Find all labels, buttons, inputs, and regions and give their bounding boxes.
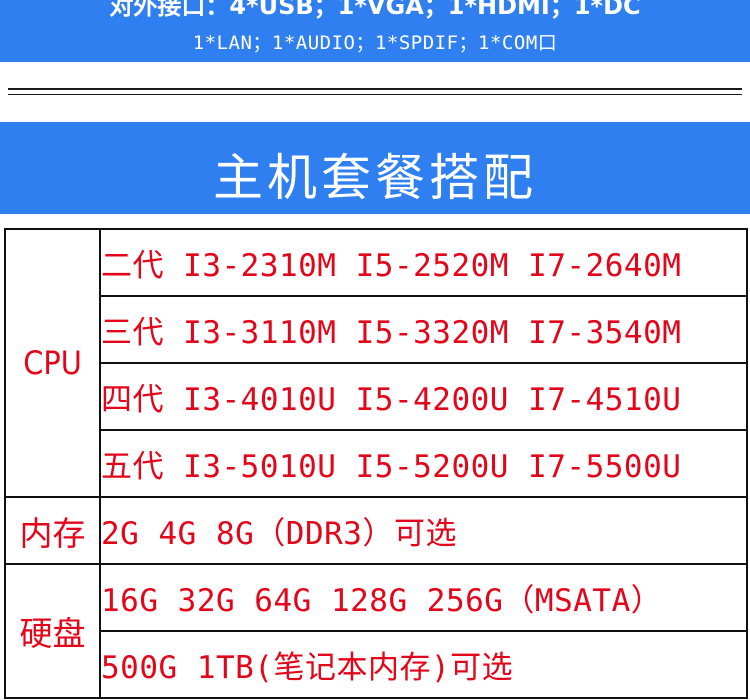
cpu-row-gen4: 四代 I3-4010U I5-4200U I7-4510U bbox=[99, 362, 748, 431]
cpu-row-gen2: 二代 I3-2310M I5-2520M I7-2640M bbox=[99, 228, 748, 297]
divider-thin bbox=[8, 94, 742, 95]
table-row: CPU 二代 I3-2310M I5-2520M I7-2640M bbox=[4, 228, 748, 498]
memory-label: 内存 bbox=[4, 496, 101, 565]
storage-row-ssd: 16G 32G 64G 128G 256G（MSATA） bbox=[99, 563, 748, 632]
title-band: 主机套餐搭配 bbox=[0, 122, 750, 214]
table-row: 五代 I3-5010U I5-5200U I7-5500U bbox=[5, 429, 748, 498]
spec-table: CPU 二代 I3-2310M I5-2520M I7-2640M 三代 I3-… bbox=[4, 228, 748, 699]
top-banner: 对外接口：4*USB；1*VGA；1*HDMI；1*DC 1*LAN；1*AUD… bbox=[0, 0, 750, 62]
storage-label: 硬盘 bbox=[4, 563, 101, 699]
ports-line: 1*LAN；1*AUDIO；1*SPDIF；1*COM口 bbox=[192, 32, 558, 54]
cpu-row-gen3: 三代 I3-3110M I5-3320M I7-3540M bbox=[99, 295, 748, 364]
banner-cut-line: 对外接口：4*USB；1*VGA；1*HDMI；1*DC bbox=[109, 0, 641, 20]
memory-value: 2G 4G 8G（DDR3）可选 bbox=[99, 496, 748, 565]
table-row: 硬盘 16G 32G 64G 128G 256G（MSATA） bbox=[4, 563, 748, 699]
storage-row-hdd: 500G 1TB(笔记本内存)可选 bbox=[99, 630, 748, 699]
cpu-label: CPU bbox=[4, 228, 101, 498]
cpu-row-gen5: 五代 I3-5010U I5-5200U I7-5500U bbox=[99, 429, 748, 498]
table-row: 内存 2G 4G 8G（DDR3）可选 bbox=[4, 496, 748, 565]
divider-thick bbox=[8, 88, 742, 90]
section-title: 主机套餐搭配 bbox=[213, 149, 537, 207]
table-row: 三代 I3-3110M I5-3320M I7-3540M bbox=[5, 295, 748, 364]
table-row: 500G 1TB(笔记本内存)可选 bbox=[5, 630, 748, 699]
table-row: 四代 I3-4010U I5-4200U I7-4510U bbox=[5, 362, 748, 431]
